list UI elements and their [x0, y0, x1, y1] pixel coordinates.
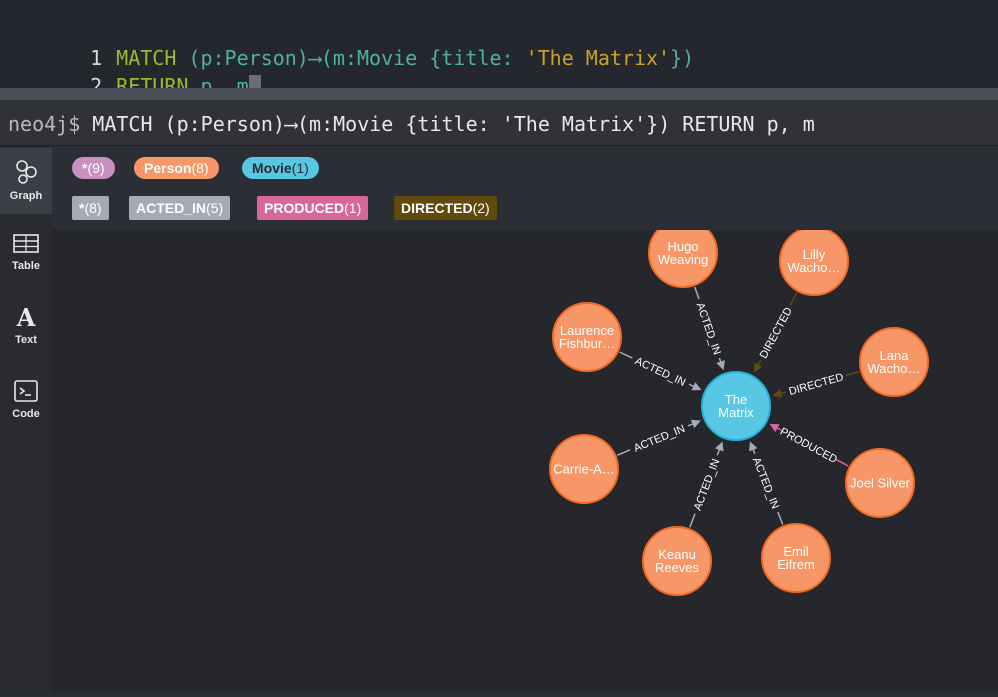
person-node[interactable]: KeanuReeves	[642, 526, 712, 596]
editor-line-2[interactable]: 2 RETURN p, m	[0, 44, 261, 101]
movie-node[interactable]: TheMatrix	[701, 371, 771, 441]
view-tab-label: Code	[12, 408, 40, 420]
relationship-line	[619, 351, 633, 359]
legend-relationship-type[interactable]: DIRECTED(2)	[394, 196, 497, 220]
relationship-line	[836, 459, 849, 467]
graph-visualization[interactable]: ACTED_IN DIRECTED ACTED_IN DIRECTED ACTED_IN…	[52, 218, 998, 692]
code-pattern-end: })	[670, 46, 695, 70]
relationship-directed[interactable]: DIRECTED	[772, 370, 860, 398]
relationship-acted-in[interactable]: ACTED_IN	[694, 286, 725, 371]
legend-label-name: Movie	[252, 160, 292, 176]
relationship-acted-in[interactable]: ACTED_IN	[619, 351, 702, 391]
table-icon	[13, 234, 39, 253]
graph-canvas[interactable]: ACTED_IN DIRECTED ACTED_IN DIRECTED ACTED_IN…	[52, 218, 998, 692]
legend-node-label[interactable]: *(9)	[72, 157, 115, 179]
relationship-arrowhead	[716, 360, 725, 371]
relationship-line	[845, 370, 860, 377]
view-tab-label: Graph	[9, 190, 43, 202]
relationship-label: PRODUCED	[778, 426, 839, 466]
frame-prompt: neo4j$	[8, 112, 81, 136]
legend-node-label[interactable]: Person(8)	[134, 157, 219, 179]
node-caption: Wacho…	[788, 260, 841, 275]
view-tab-code[interactable]: Code	[0, 368, 52, 434]
editor-line-1[interactable]: 1 MATCH (p:Person)⟶(m:Movie {title: 'The …	[0, 16, 694, 70]
legend-type-count: (5)	[206, 200, 224, 216]
node-caption: Joel Silver	[850, 476, 911, 491]
legend-label-count: (8)	[191, 160, 209, 176]
relationship-produced[interactable]: PRODUCED	[769, 423, 849, 467]
legend-type-name: PRODUCED	[264, 200, 345, 216]
relationship-acted-in[interactable]: ACTED_IN	[689, 441, 724, 528]
relationship-label: ACTED_IN	[694, 301, 723, 356]
frame-query: MATCH (p:Person)⟶(m:Movie {title: 'The M…	[92, 112, 815, 136]
code-icon	[14, 380, 38, 402]
node-caption: Weaving	[658, 252, 708, 267]
text-icon: A	[16, 304, 36, 330]
legend-relationship-type[interactable]: *(8)	[72, 196, 109, 220]
frame-header[interactable]: neo4j$ MATCH (p:Person)⟶(m:Movie {title:…	[0, 100, 998, 146]
graph-legend: *(9) Person(8) Movie(1) *(8) ACTED_IN(5) PRO…	[52, 148, 998, 230]
query-editor[interactable]: 1 MATCH (p:Person)⟶(m:Movie {title: 'The …	[0, 0, 998, 101]
person-node[interactable]: LillyWacho…	[779, 226, 849, 296]
relationship-line	[694, 286, 700, 300]
person-node[interactable]: HugoWeaving	[648, 218, 718, 288]
legend-type-count: (2)	[472, 200, 490, 216]
relationship-label: ACTED_IN	[692, 457, 723, 512]
view-tab-table[interactable]: Table	[0, 222, 52, 288]
legend-relationship-type[interactable]: ACTED_IN(5)	[129, 196, 231, 220]
legend-node-label[interactable]: Movie(1)	[242, 157, 319, 179]
legend-type-name: DIRECTED	[401, 200, 473, 216]
node-caption: Eifrem	[777, 557, 815, 572]
legend-relationship-type[interactable]: PRODUCED(1)	[257, 196, 369, 220]
graph-icon	[16, 160, 37, 184]
relationship-label: ACTED_IN	[750, 456, 781, 511]
relationship-line	[789, 292, 798, 306]
view-tab-text[interactable]: A Text	[0, 294, 52, 360]
person-node[interactable]: LanaWacho…	[859, 327, 929, 397]
node-caption: Fishbur…	[559, 336, 615, 351]
person-node[interactable]: Joel Silver	[845, 448, 915, 518]
legend-label-name: Person	[144, 160, 192, 176]
editor-divider	[0, 88, 998, 100]
view-tab-label: Table	[12, 260, 40, 272]
person-node[interactable]: EmilEifrem	[761, 523, 831, 593]
relationship-arrowhead	[772, 389, 783, 398]
relationship-line	[616, 449, 631, 456]
relationship-acted-in[interactable]: ACTED_IN	[616, 419, 701, 456]
relationship-line	[777, 511, 784, 525]
legend-type-count: (8)	[84, 200, 102, 216]
relationship-label: ACTED_IN	[633, 355, 687, 389]
view-sidebar: Graph Table A Text Code	[0, 148, 52, 692]
svg-text:A: A	[16, 304, 36, 330]
view-tab-label: Text	[15, 334, 37, 346]
legend-type-count: (1)	[344, 200, 362, 216]
legend-type-name: ACTED_IN	[136, 200, 207, 216]
code-string: 'The Matrix'	[525, 46, 671, 70]
node-caption: Carrie-A…	[553, 462, 614, 477]
relationship-label: DIRECTED	[788, 371, 845, 398]
node-caption: Matrix	[718, 405, 754, 420]
relationship-directed[interactable]: DIRECTED	[754, 292, 798, 373]
view-tab-graph[interactable]: Graph	[0, 148, 52, 214]
legend-label-count: (1)	[291, 160, 309, 176]
relationship-label: DIRECTED	[758, 305, 795, 360]
relationship-label: ACTED_IN	[632, 423, 687, 455]
node-caption: Reeves	[655, 560, 700, 575]
legend-label-count: (9)	[87, 160, 105, 176]
person-node[interactable]: Carrie-A…	[549, 434, 619, 504]
relationship-line	[689, 513, 696, 528]
result-frame: neo4j$ MATCH (p:Person)⟶(m:Movie {title:…	[0, 100, 998, 692]
node-caption: Wacho…	[868, 361, 921, 376]
person-node[interactable]: LaurenceFishbur…	[552, 302, 622, 372]
relationship-acted-in[interactable]: ACTED_IN	[749, 441, 784, 525]
